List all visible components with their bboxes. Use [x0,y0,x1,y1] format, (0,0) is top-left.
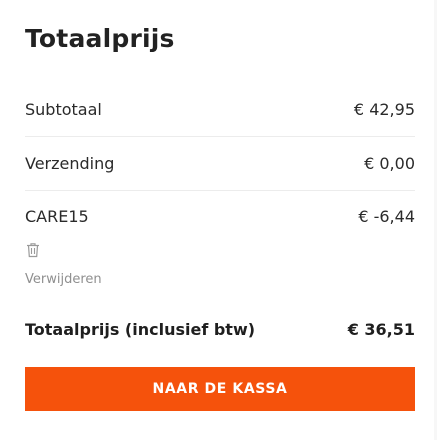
remove-coupon-link[interactable]: Verwijderen [25,272,102,287]
coupon-actions: Verwijderen [25,242,415,287]
shipping-row: Verzending € 0,00 [25,136,415,191]
subtotal-row: Subtotaal € 42,95 [25,82,415,137]
shipping-amount: € 0,00 [364,153,415,173]
checkout-button[interactable]: NAAR DE KASSA [25,367,415,411]
discount-code-label: CARE15 [25,206,89,226]
total-amount: € 36,51 [347,319,415,339]
subtotal-label: Subtotaal [25,99,102,119]
discount-amount: € -6,44 [358,206,415,226]
summary-title: Totaalprijs [25,24,175,53]
shipping-label: Verzending [25,153,115,173]
discount-row: CARE15 € -6,44 [25,190,415,242]
trash-icon[interactable] [26,242,40,258]
subtotal-amount: € 42,95 [353,99,415,119]
total-label: Totaalprijs (inclusief btw) [25,319,256,339]
total-row: Totaalprijs (inclusief btw) € 36,51 [25,302,415,356]
